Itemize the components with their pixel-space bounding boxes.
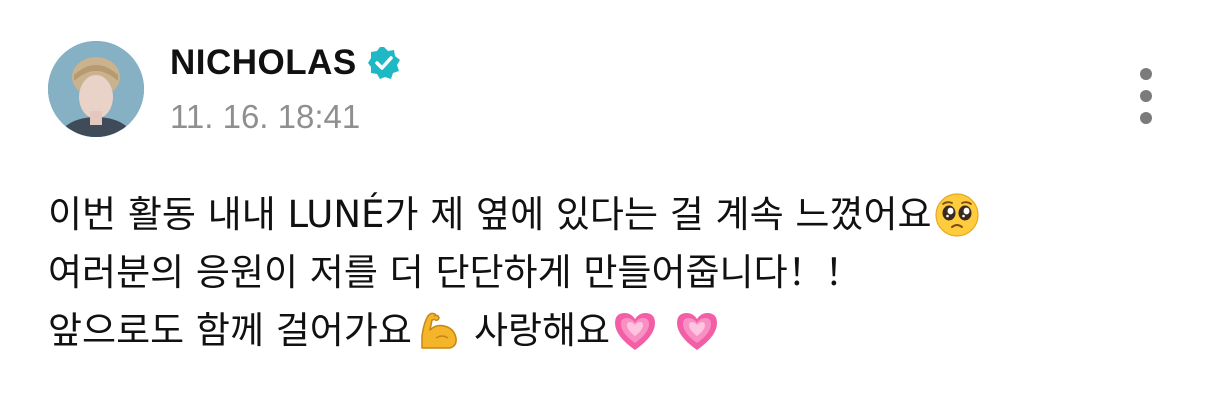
avatar-photo (48, 41, 144, 137)
avatar[interactable] (48, 41, 144, 137)
post-line-3: 앞으로도 함께 걸어가요 사랑해요 (48, 302, 1168, 360)
flexed-biceps-icon (414, 308, 460, 354)
more-dot (1140, 68, 1152, 80)
post-line-1: 이번 활동 내내 LUNÉ가 제 옆에 있다는 걸 계속 느꼈어요 (48, 186, 1168, 244)
growing-heart-icon (674, 308, 720, 354)
post-card: NICHOLAS 11. 16. 18:41 이번 활동 내내 LUNÉ가 제 … (0, 0, 1206, 414)
post-line-2: 여러분의 응원이 저를 더 단단하게 만들어줍니다！！ (48, 244, 1168, 302)
author-name[interactable]: NICHOLAS (170, 40, 357, 86)
post-line-text: 앞으로도 함께 걸어가요 (48, 309, 412, 352)
more-options-button[interactable] (1130, 62, 1162, 132)
growing-heart-icon (612, 308, 658, 354)
post-line-text: 이번 활동 내내 LUNÉ가 제 옆에 있다는 걸 계속 느꼈어요 (48, 193, 932, 236)
more-dot (1140, 90, 1152, 102)
post-timestamp: 11. 16. 18:41 (170, 98, 361, 135)
post-line-text: 사랑해요 (473, 309, 611, 352)
post-line-text: 여러분의 응원이 저를 더 단단하게 만들어줍니다！！ (48, 251, 862, 294)
post-body: 이번 활동 내내 LUNÉ가 제 옆에 있다는 걸 계속 느꼈어요 여러분의 응… (48, 186, 1168, 360)
pleading-face-icon (934, 192, 980, 238)
author-row: NICHOLAS (170, 40, 401, 86)
more-dot (1140, 112, 1152, 124)
verified-badge-icon (367, 46, 401, 80)
